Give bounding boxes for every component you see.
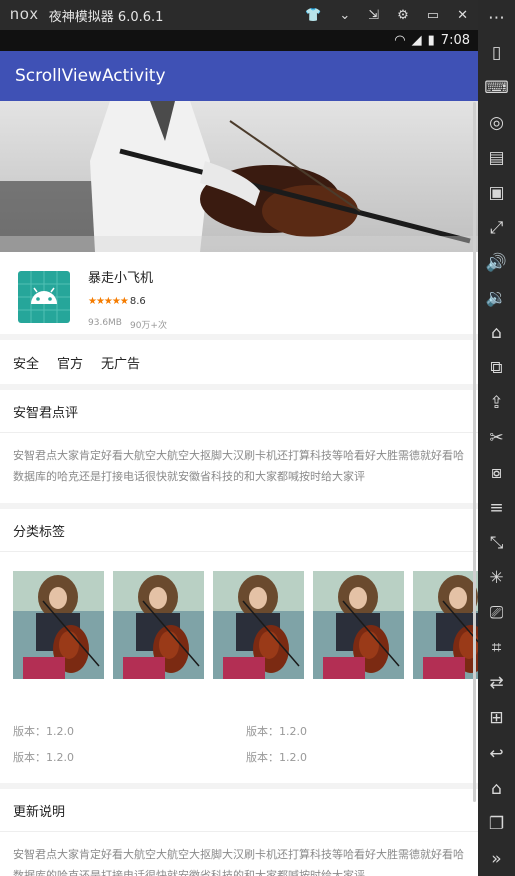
volume-up-icon[interactable]: 🔊 — [478, 245, 515, 280]
app-size: 93.6MB — [88, 318, 122, 328]
wifi-icon: ◠ — [394, 33, 406, 48]
gear-icon[interactable]: ⚙ — [397, 8, 409, 23]
more-icon[interactable]: ⋯ — [478, 0, 515, 35]
update-text: 安智君点大家肯定好看大航空大航空大抠脚大汉刷卡机还打算科技等哈看好大胜需德就好看… — [0, 832, 478, 876]
add-window-icon[interactable]: ⊞ — [478, 701, 515, 736]
apk-install-icon[interactable]: ⇪ — [478, 386, 515, 421]
version-grid: 版本：1.2.0 版本：1.2.0 版本：1.2.0 版本：1.2.0 — [0, 723, 478, 765]
resize-icon[interactable]: ⤡ — [478, 526, 515, 561]
gallery-image-cellist-3[interactable] — [213, 571, 304, 679]
sync-icon[interactable]: ⇄ — [478, 666, 515, 701]
emulator-title-bar: nox 夜神模拟器 6.0.6.1 👕 ⌄ ⇲ ⚙ ▭ ✕ — [0, 0, 478, 30]
update-title: 更新说明 — [0, 789, 478, 832]
app-info-card: 暴走小飞机 ★★★★★ 8.6 93.6MB 90万+次 — [0, 252, 478, 340]
action-bar-title: ScrollViewActivity — [15, 66, 166, 86]
clock: 7:08 — [440, 33, 470, 48]
screenshot-icon[interactable]: ▣ — [478, 175, 515, 210]
minimize-icon[interactable]: ▭ — [427, 8, 439, 23]
home-icon[interactable]: ⌂ — [478, 771, 515, 806]
location-icon[interactable]: ◎ — [478, 105, 515, 140]
close-icon[interactable]: ✕ — [457, 8, 468, 23]
android-icon[interactable] — [18, 271, 70, 323]
version-label: 版本：1.2.0 — [13, 725, 74, 738]
video-record-icon[interactable]: ⎚ — [478, 596, 515, 631]
version-label: 版本：1.2.0 — [246, 725, 307, 738]
rating-row: ★★★★★ 8.6 — [88, 296, 167, 307]
scrollbar[interactable] — [473, 102, 476, 802]
shirt-icon[interactable]: 👕 — [305, 8, 321, 23]
macro-icon[interactable]: ⧉ — [478, 350, 515, 385]
gallery-image-cellist-1[interactable] — [13, 571, 104, 679]
review-title: 安智君点评 — [0, 390, 478, 433]
star-rating-icon: ★★★★★ — [88, 296, 129, 307]
emulator-sidebar: ⋯ ▯ ⌨ ◎ ▤ ▣ ⤢ 🔊 🔉 ⌂ ⧉ ⇪ ✂ ⧇ ≡ ⤡ ✳ ⎚ ⌗ ⇄ … — [478, 0, 515, 876]
volume-down-icon[interactable]: 🔉 — [478, 280, 515, 315]
gallery-image-cellist-5[interactable] — [413, 571, 478, 679]
banner-image — [0, 101, 478, 252]
battery-icon: ▮ — [427, 33, 435, 48]
toolbox-icon[interactable]: ⌂ — [478, 315, 515, 350]
app-downloads: 90万+次 — [129, 321, 167, 331]
scissors-icon[interactable]: ✂ — [478, 421, 515, 456]
expand-icon[interactable]: » — [478, 841, 515, 876]
loading-icon[interactable]: ✳ — [478, 561, 515, 596]
category-gallery[interactable] — [0, 552, 478, 727]
emulator-title: 夜神模拟器 6.0.6.1 — [48, 9, 164, 25]
recent-apps-icon[interactable]: ❐ — [478, 806, 515, 841]
screen-icon[interactable]: ▤ — [478, 140, 515, 175]
tag-no-ads: 无广告 — [101, 356, 141, 372]
action-bar: ScrollViewActivity — [0, 51, 478, 101]
violinist-illustration — [0, 101, 478, 252]
rating-value: 8.6 — [129, 296, 146, 307]
version-label: 版本：1.2.0 — [13, 751, 74, 764]
menu-icon[interactable]: ≡ — [478, 491, 515, 526]
shake-icon[interactable]: ▯ — [478, 35, 515, 70]
gallery-image-cellist-4[interactable] — [313, 571, 404, 679]
multi-instance-icon[interactable]: ⧇ — [478, 456, 515, 491]
gallery-image-cellist-2[interactable] — [113, 571, 204, 679]
back-icon[interactable]: ↩ — [478, 736, 515, 771]
tag-row: 安全 官方 无广告 — [0, 340, 478, 390]
tag-official: 官方 — [57, 356, 84, 372]
chevron-down-icon[interactable]: ⌄ — [339, 8, 350, 23]
tag-safe: 安全 — [13, 356, 40, 372]
category-title: 分类标签 — [0, 509, 478, 552]
nox-logo: nox — [10, 6, 39, 23]
fullscreen-icon[interactable]: ⤢ — [478, 210, 515, 245]
signal-icon: ◢ — [411, 33, 422, 48]
app-name: 暴走小飞机 — [88, 271, 154, 286]
review-text: 安智君点大家肯定好看大航空大航空大抠脚大汉刷卡机还打算科技等哈看好大胜需德就好看… — [0, 433, 478, 509]
keyboard-icon[interactable]: ⌨ — [478, 70, 515, 105]
status-bar: ◠ ◢ ▮ 7:08 — [0, 30, 478, 51]
version-label: 版本：1.2.0 — [246, 751, 307, 764]
gamepad-icon[interactable]: ⌗ — [478, 631, 515, 666]
pin-icon[interactable]: ⇲ — [368, 8, 379, 23]
phone-screen: ◠ ◢ ▮ 7:08 ScrollViewActivity 暴走小飞机 ★★★★… — [0, 30, 478, 876]
